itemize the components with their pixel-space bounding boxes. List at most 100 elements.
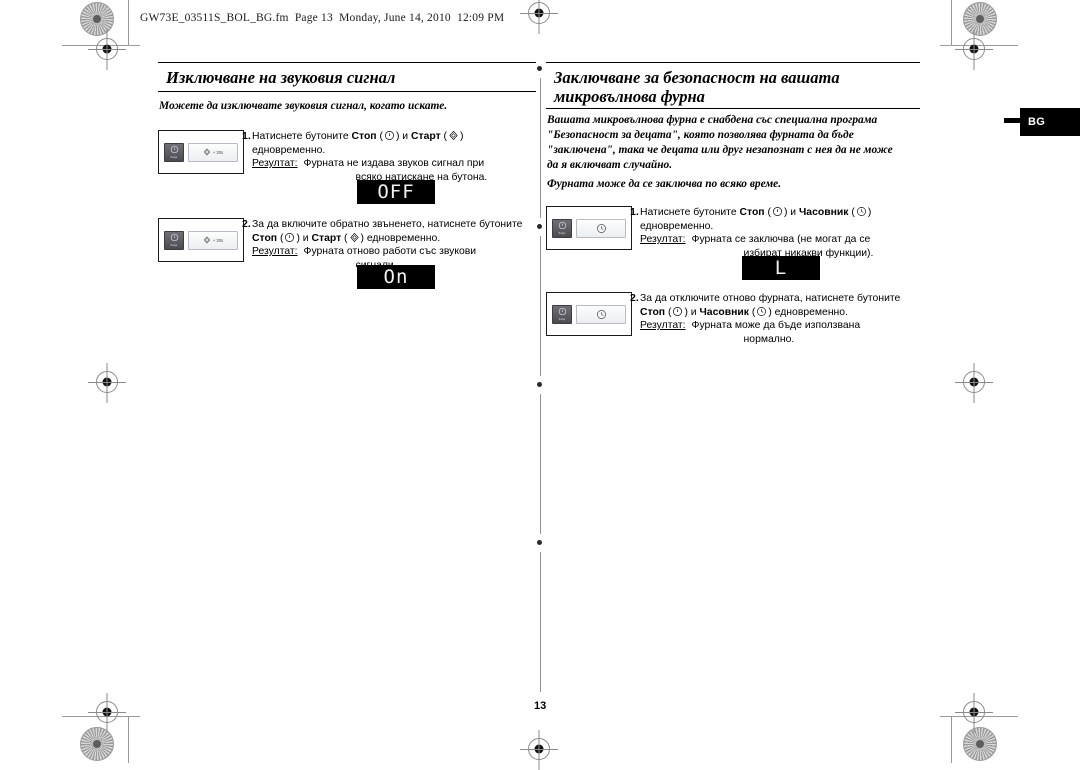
divider-segment — [540, 552, 541, 692]
right-step-1-conjunction: и — [787, 207, 799, 218]
right-lead-line-1: Вашата микровълнова фурна е снабдена със… — [547, 114, 878, 126]
stop-button-illustration[interactable]: Stop — [552, 304, 572, 324]
right-step-1-number: 1. — [630, 206, 639, 218]
right-lead-line-2: "Безопасност за децата", която позволява… — [547, 129, 854, 141]
clock-button-illustration[interactable] — [576, 304, 626, 324]
control-panel-illustration-right-1: Stop — [546, 206, 632, 250]
left-section-lead: Можете да изключвате звуковия сигнал, ко… — [159, 100, 448, 112]
stop-icon — [170, 233, 178, 242]
left-step-2-button-2: Старт — [311, 232, 342, 244]
stop-icon — [285, 232, 295, 242]
language-tab-stub — [1004, 118, 1020, 123]
divider-dot — [537, 224, 542, 229]
stop-button-illustration[interactable]: Stop — [164, 230, 184, 250]
stop-icon — [558, 307, 566, 316]
stop-icon — [558, 221, 566, 230]
divider-segment — [540, 236, 541, 376]
right-lead-line-3: "заключена", така че децата или друг нез… — [547, 144, 893, 156]
left-step-2-number: 2. — [242, 218, 251, 230]
left-step-1-line2: едновременно. — [252, 144, 326, 156]
stop-button-label: Stop — [170, 243, 178, 247]
stop-icon — [772, 207, 782, 216]
start-icon — [449, 130, 458, 141]
display-readout-lock: L — [742, 256, 820, 280]
stop-button-label: Stop — [170, 155, 178, 159]
clock-icon — [596, 309, 606, 319]
left-step-1-body: Натиснете бутоните Стоп () и Старт () ед… — [252, 130, 536, 184]
right-step-2-button-2: Часовник — [699, 306, 749, 318]
stop-icon — [170, 145, 178, 154]
control-panel-illustration-right-2: Stop — [546, 292, 632, 336]
left-step-1-button-2: Старт — [410, 131, 441, 142]
right-step-2-result: Резултат: Фурната може да бъде използван… — [640, 319, 920, 346]
stop-button-illustration[interactable]: Stop — [552, 218, 572, 238]
left-section-title: Изключване на звуковия сигнал — [158, 62, 536, 92]
right-step-2-number: 2. — [630, 292, 639, 304]
divider-segment — [540, 394, 541, 534]
right-step-1-body: Натиснете бутоните Стоп () и Часовник ()… — [640, 206, 920, 260]
right-section-title-line2: микровълнова фурна — [554, 87, 705, 106]
page-content: Изключване на звуковия сигнал Можете да … — [0, 0, 1080, 763]
display-readout-lock-text: L — [774, 256, 788, 279]
left-step-1-result-label: Резултат: — [252, 158, 298, 170]
start-button-illustration[interactable]: + 30s — [188, 230, 238, 250]
right-step-2-button-1: Стоп — [640, 306, 666, 318]
right-step-2-line1: За да отключите отново фурната, натиснет… — [640, 293, 901, 304]
right-section-title-line1: Заключване за безопасност на вашата — [554, 68, 840, 87]
right-step-2-line2: Стоп () и Часовник () едновременно. — [640, 306, 848, 318]
control-panel-illustration-left-1: Stop + 30s — [158, 130, 244, 174]
right-step-1-line1-pre: Натиснете бутоните — [640, 207, 740, 218]
clock-icon — [856, 207, 866, 216]
stop-button-illustration[interactable]: Stop — [164, 142, 184, 162]
column-divider — [536, 66, 545, 698]
left-step-1-line1-pre: Натиснете бутоните — [252, 131, 352, 142]
left-step-1-result-line1: Фурната не издава звуков сигнал при — [303, 158, 485, 170]
right-step-2-result-line1: Фурната може да бъде използвана — [691, 320, 861, 332]
right-lead-line-4: да я включват случайно. — [547, 159, 673, 171]
right-section-lead: Вашата микровълнова фурна е снабдена със… — [546, 113, 920, 173]
right-section-title: Заключване за безопасност на вашата микр… — [546, 62, 920, 106]
display-readout-sound-on-text: On — [383, 265, 409, 288]
display-readout-sound-off-text: OFF — [377, 180, 415, 203]
right-section-lead-2: Фурната може да се заключва по всяко вре… — [547, 178, 782, 190]
left-step-1-button-1: Стоп — [351, 131, 377, 142]
left-step-2: Stop + 30s 2. За да включите обратно звъ… — [158, 218, 536, 280]
left-step-2-line1: За да включите обратно звъненето, натисн… — [252, 219, 523, 230]
left-step-2-result-label: Резултат: — [252, 246, 298, 258]
start-icon — [203, 236, 210, 244]
left-step-2-conjunction: и — [299, 232, 312, 244]
left-step-2-button-1: Стоп — [252, 232, 278, 244]
stop-icon — [384, 131, 394, 140]
right-step-2-conjunction: и — [687, 306, 700, 318]
language-tab: BG — [1020, 108, 1080, 136]
divider-dot — [537, 66, 542, 71]
display-readout-sound-on: On — [357, 265, 435, 289]
start-button-label: + 30s — [212, 149, 224, 155]
right-step-2-result-text: Фурната може да бъде използвана нормално… — [692, 319, 861, 346]
stop-button-label: Stop — [558, 231, 566, 235]
start-button-label: + 30s — [212, 237, 224, 243]
divider-segment — [540, 78, 541, 218]
stop-button-label: Stop — [558, 317, 566, 321]
clock-icon — [596, 223, 606, 233]
left-step-2-line1-post: едновременно. — [364, 232, 441, 244]
right-step-2-body: За да отключите отново фурната, натиснет… — [640, 292, 920, 346]
left-column: Изключване на звуковия сигнал Можете да … — [158, 62, 536, 289]
right-title-rule — [546, 108, 920, 109]
right-column: Заключване за безопасност на вашата микр… — [546, 62, 920, 354]
right-step-2-result-label: Резултат: — [640, 320, 686, 332]
clock-button-illustration[interactable] — [576, 218, 626, 238]
display-readout-sound-off: OFF — [357, 180, 435, 204]
control-panel-illustration-left-2: Stop + 30s — [158, 218, 244, 262]
left-step-1: Stop + 30s 1. Натиснете бутоните Стоп ()… — [158, 130, 536, 192]
right-step-2: Stop 2. За да отключите отново фурната, … — [546, 292, 920, 354]
page-number: 13 — [534, 700, 547, 712]
start-icon — [349, 232, 359, 242]
clock-icon — [757, 306, 767, 316]
right-step-1: Stop 1. Натиснете бутоните Стоп () и Час… — [546, 206, 920, 268]
right-step-1-button-1: Стоп — [739, 207, 765, 218]
start-button-illustration[interactable]: + 30s — [188, 142, 238, 162]
right-step-2-line1-post: едновременно. — [771, 306, 848, 318]
start-icon — [203, 148, 210, 156]
right-step-2-result-line2: нормално. — [743, 333, 795, 345]
